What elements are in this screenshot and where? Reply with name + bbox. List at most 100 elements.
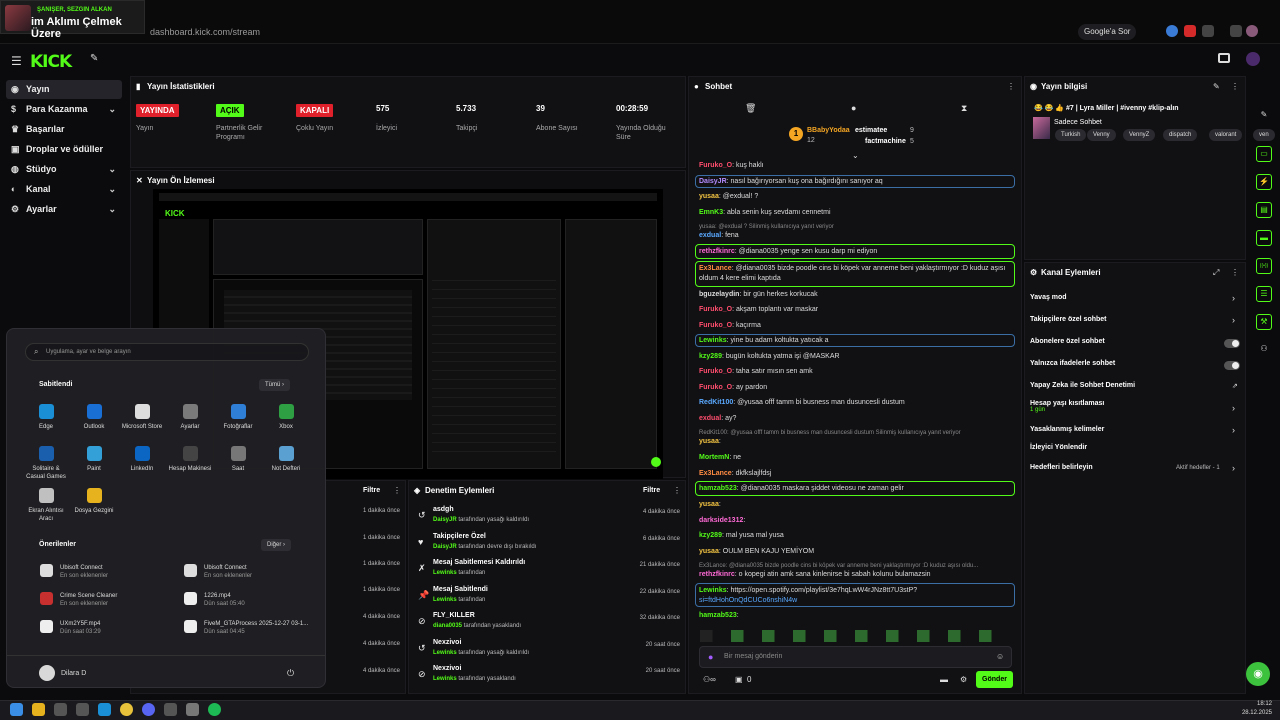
chat-message[interactable]: hamzab523: (699, 611, 739, 621)
pinned-app[interactable]: Fotoğraflar (216, 404, 260, 431)
moderator-name[interactable]: Lewinks (433, 597, 457, 603)
chat-username[interactable]: Furuko_O (699, 384, 732, 391)
user-name[interactable]: Dilara D (61, 670, 86, 677)
recommended-item[interactable]: Ubisoft Connect En son eklenenler (40, 564, 108, 580)
chat-message[interactable]: kzy289: bugün koltukta yatma işi @MASKAR (699, 352, 840, 362)
toggle-switch[interactable] (1224, 361, 1240, 370)
pinned-app[interactable]: Paint (72, 446, 116, 473)
chat-message[interactable]: yusaa: OULM BEN KAJU YEMİYOM (699, 547, 814, 557)
moderation-row[interactable]: ⊘ FLY_KILLER diana0035 tarafından yasaklan… (416, 612, 682, 638)
recommended-item[interactable]: 1226.mp4 Dün saat 05:40 (184, 592, 245, 608)
pinned-app[interactable]: Microsoft Store (120, 404, 164, 431)
address-bar[interactable]: dashboard.kick.com/stream (150, 24, 1140, 40)
sidebar-item-6[interactable]: ⚙ Ayarlar ⌄ (6, 200, 122, 219)
moderation-row[interactable]: ↺ Nexzivoi Lewinks tarafından yasağı kaldı… (416, 639, 682, 665)
category-name[interactable]: Sadece Sohbet (1054, 119, 1102, 126)
chat-username[interactable]: yusaa (699, 548, 719, 555)
channel-action[interactable]: Yalnızca ifadelerle sohbet (1030, 360, 1115, 367)
chat-username[interactable]: Ex3Lance (699, 470, 732, 477)
chevron-right-icon[interactable]: › (1232, 463, 1235, 473)
steam-icon[interactable] (164, 703, 177, 716)
extension-icon[interactable] (1202, 25, 1214, 37)
stream-tag[interactable]: dispatch (1163, 129, 1198, 141)
chat-username[interactable]: kzy289 (699, 353, 722, 360)
pinned-app[interactable]: Xbox (264, 404, 308, 431)
chat-username[interactable]: Furuko_O (699, 162, 732, 169)
pinned-app[interactable]: Solitaire & Casual Games (24, 446, 68, 481)
mic-icon[interactable]: ● (708, 652, 713, 662)
chat-message[interactable]: rethzfkinrc: o kopegi atin amk sana kinl… (699, 570, 931, 580)
stream-tag[interactable]: valorant (1209, 129, 1243, 141)
chat-username[interactable]: exdual (699, 232, 721, 239)
pinned-app[interactable]: Saat (216, 446, 260, 473)
more-icon[interactable]: ⋮ (673, 486, 681, 495)
more-button[interactable]: Diğer › (261, 539, 292, 551)
sidebar-item-3[interactable]: ▣ Droplar ve ödüller (6, 140, 122, 159)
chevron-right-icon[interactable]: › (1232, 293, 1235, 303)
channel-action[interactable]: Hesap yaşı kısıtlaması 1 gün (1030, 400, 1104, 413)
edit-icon[interactable]: ✎ (1213, 82, 1220, 91)
chevron-down-icon[interactable]: ⌄ (852, 151, 859, 160)
chat-username[interactable]: exdual (699, 415, 721, 422)
user-avatar[interactable] (39, 665, 55, 681)
chat-username[interactable]: darkside1312 (699, 517, 743, 524)
sidebar-item-4[interactable]: ◍ Stüdyo ⌄ (6, 160, 122, 179)
chat-message[interactable]: RedKit100: @yusaa offf tamm bi busness m… (699, 398, 905, 408)
moderation-row[interactable]: ↺ asdgh DaisyJR tarafından yasağı kaldırıl… (416, 506, 682, 532)
chat-message[interactable]: Ex3Lance: dkfkslajlfdsj (699, 469, 771, 479)
chat-message[interactable]: Furuko_O: kaçırma (699, 321, 761, 331)
support-chat-icon[interactable]: ◉ (1246, 662, 1270, 686)
chat-message[interactable]: exdual: ay? (699, 414, 736, 424)
chat-username[interactable]: yusaa (699, 501, 719, 508)
chat-icon[interactable]: ▭ (1256, 146, 1272, 162)
moderation-row[interactable]: 📌 Mesaj Sabitlendi Lewinks tarafından 22 da… (416, 586, 682, 612)
moderation-row[interactable]: ✗ Mesaj Sabitlemesi Kaldırıldı Lewinks tar… (416, 559, 682, 585)
chat-input[interactable]: ● Bir mesaj gönderin ☺ (699, 646, 1012, 668)
moderator-name[interactable]: DaisyJR (433, 544, 457, 550)
channel-action[interactable]: Abonelere özel sohbet (1030, 338, 1105, 345)
chat-username[interactable]: EmnK3 (699, 209, 723, 216)
more-icon[interactable]: ⋮ (1007, 82, 1015, 91)
pinned-app[interactable]: Hesap Makinesi (168, 446, 212, 473)
chrome-icon[interactable] (120, 703, 133, 716)
chat-username[interactable]: yusaa (699, 193, 719, 200)
extension-icon[interactable] (1184, 25, 1196, 37)
kick-logo[interactable]: KICK (30, 52, 72, 72)
broadcast-icon[interactable] (1218, 53, 1230, 63)
emote-bar[interactable] (700, 630, 1010, 642)
stream-tag[interactable]: ven (1253, 129, 1275, 141)
gift-icon[interactable]: ▣ (735, 675, 743, 684)
settings-icon[interactable] (186, 703, 199, 716)
stream-tag[interactable]: Turkish (1055, 129, 1087, 141)
chat-message[interactable]: EmnK3: abla senin kuş sevdamı cennetmi (699, 208, 831, 218)
edit-icon[interactable]: ✎ (1256, 108, 1272, 124)
trash-icon[interactable]: 🗑 (745, 103, 756, 114)
pin-icon[interactable]: ✎ (90, 53, 98, 64)
google-ask-chip[interactable]: Google'a Sor (1078, 24, 1137, 40)
chevron-right-icon[interactable]: › (1232, 315, 1235, 325)
send-button[interactable]: Gönder (976, 671, 1013, 688)
all-apps-button[interactable]: Tümü › (259, 379, 291, 391)
chat-message[interactable]: Furuko_O: taha satır mısın sen amk (699, 367, 813, 377)
chat-message[interactable]: Furuko_O: akşam toplantı var maskar (699, 305, 818, 315)
chat-username[interactable]: rethzfkinrc (699, 571, 735, 578)
recommended-item[interactable]: UXm2Y5F.mp4 Dün saat 03:29 (40, 620, 101, 636)
external-link-icon[interactable]: ⇗ (1232, 382, 1238, 390)
edge-icon[interactable] (98, 703, 111, 716)
moderator-name[interactable]: Lewinks (433, 570, 457, 576)
pinned-app[interactable]: Ayarlar (168, 404, 212, 431)
recommended-item[interactable]: Crime Scene Cleaner En son eklenenler (40, 592, 117, 608)
emoji-icon[interactable]: ☺ (996, 652, 1004, 661)
chat-message[interactable]: darkside1312: (699, 516, 745, 526)
message-icon[interactable]: ▬ (1256, 230, 1272, 246)
downloads-icon[interactable] (1230, 25, 1242, 37)
channel-action[interactable]: Yasaklanmış kelimeler (1030, 426, 1104, 433)
chat-username[interactable]: Furuko_O (699, 322, 732, 329)
channel-action[interactable]: Yapay Zeka ile Sohbet Denetimi (1030, 382, 1135, 389)
pinned-app[interactable]: LinkedIn (120, 446, 164, 473)
stream-tag[interactable]: Venny (1087, 129, 1116, 141)
moderator-name[interactable]: Lewinks (433, 676, 457, 682)
sidebar-item-2[interactable]: ♛ Başarılar (6, 120, 122, 139)
expand-icon[interactable]: ⤢ (1213, 268, 1219, 278)
bolt-icon[interactable]: ⚡ (1256, 174, 1272, 190)
